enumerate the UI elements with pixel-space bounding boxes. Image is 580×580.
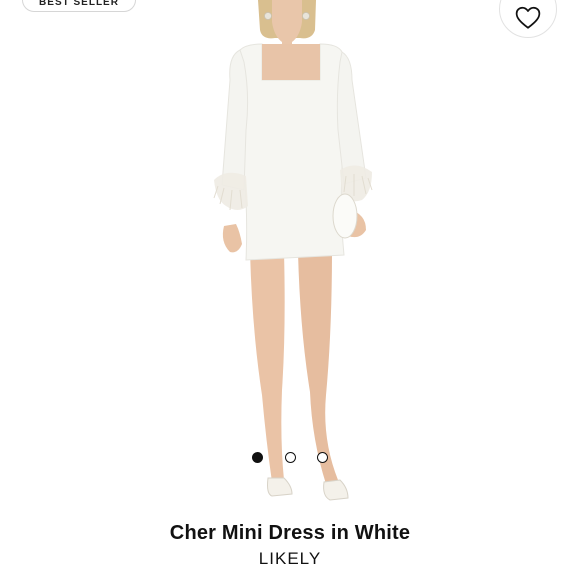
model-left-hand <box>222 224 242 253</box>
favorite-button[interactable] <box>499 0 557 38</box>
heart-outline-icon <box>515 6 541 29</box>
white-clutch <box>332 193 358 239</box>
dress-right-sleeve <box>336 51 367 185</box>
gallery-dots <box>0 452 580 466</box>
gallery-dot-2[interactable] <box>285 452 296 463</box>
product-image[interactable] <box>150 0 430 510</box>
best-seller-label: BEST SELLER <box>39 0 119 8</box>
model-neck <box>272 0 302 50</box>
right-shoe <box>323 479 349 501</box>
best-seller-badge: BEST SELLER <box>22 0 136 12</box>
dress-left-sleeve <box>221 49 249 191</box>
product-title[interactable]: Cher Mini Dress in White <box>0 522 580 545</box>
model-left-leg <box>250 250 285 482</box>
left-shoe <box>267 477 293 497</box>
gallery-dot-1[interactable] <box>252 452 263 463</box>
product-brand[interactable]: LIKELY <box>0 549 580 569</box>
model-right-leg <box>298 250 338 484</box>
gallery-dot-3[interactable] <box>317 452 328 463</box>
